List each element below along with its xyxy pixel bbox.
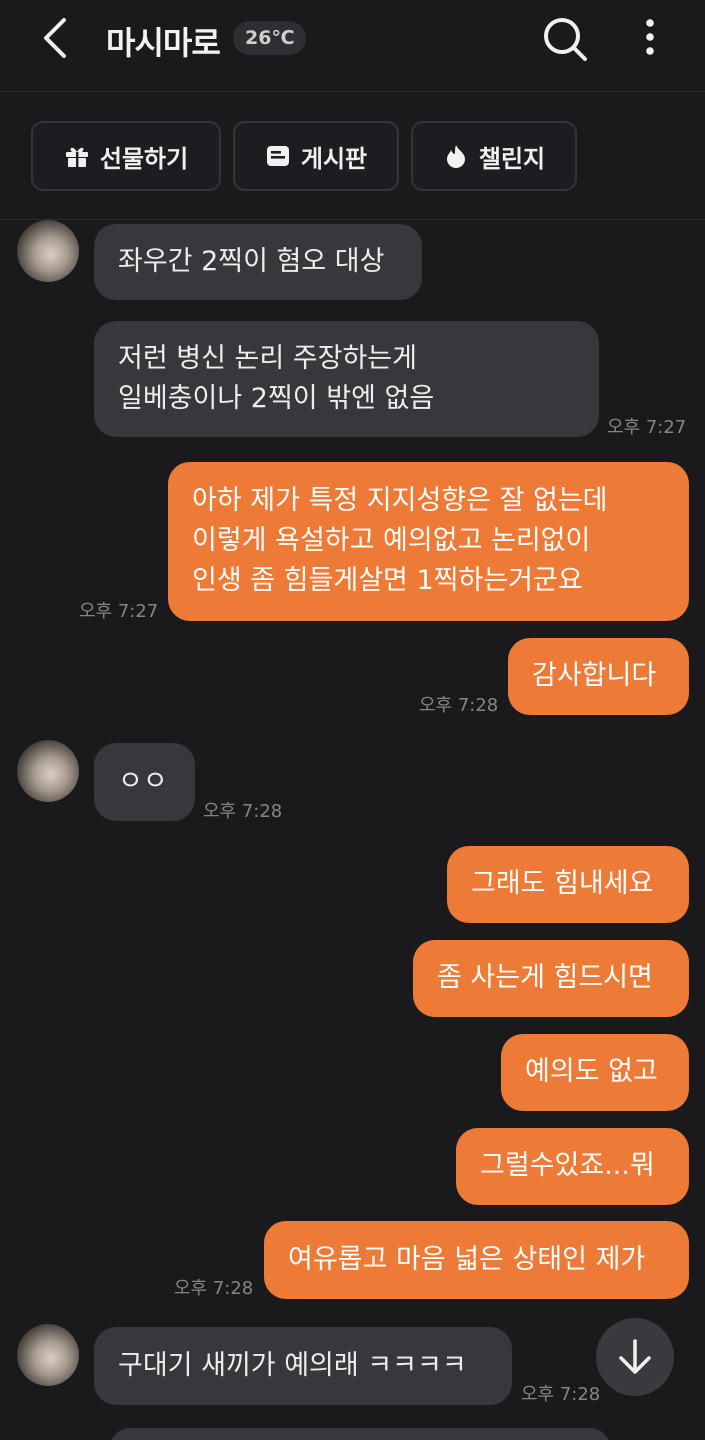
more-vertical-icon bbox=[646, 19, 654, 55]
more-menu-button[interactable] bbox=[632, 14, 668, 64]
avatar[interactable] bbox=[17, 220, 79, 282]
message-bubble[interactable]: 감사합니다 bbox=[508, 638, 689, 715]
message-bubble[interactable]: 아하 제가 특정 지지성향은 잘 없는데 이렇게 욕설하고 예의없고 논리없이 … bbox=[168, 462, 689, 621]
message-bubble[interactable]: 그래도 힘내세요 bbox=[447, 846, 689, 923]
chat-title: 마시마로 bbox=[106, 24, 221, 62]
chat-actions-bar: 선물하기 게시판 챌린지 bbox=[0, 92, 705, 220]
board-icon bbox=[266, 146, 289, 166]
message-bubble[interactable]: 좌우간 2찍이 혐오 대상 bbox=[94, 224, 422, 300]
back-button[interactable] bbox=[36, 16, 76, 60]
message-bubble[interactable]: 예의도 없고 bbox=[501, 1034, 689, 1111]
avatar[interactable] bbox=[17, 1324, 79, 1386]
message-time: 오후 7:28 bbox=[174, 1278, 254, 1299]
back-arrow-icon bbox=[44, 18, 66, 58]
search-button[interactable] bbox=[540, 14, 590, 64]
message-bubble[interactable]: 그럴수있죠...뭐 bbox=[456, 1128, 689, 1205]
message-time: 오후 7:28 bbox=[419, 695, 499, 716]
message-bubble[interactable]: 구대기 새끼가 예의래 ㅋㅋㅋㅋ bbox=[94, 1327, 512, 1405]
message-bubble[interactable]: 좀 사는게 힘드시면 bbox=[413, 940, 689, 1017]
message-bubble[interactable]: 여유롭고 마음 넓은 상태인 제가 bbox=[264, 1221, 689, 1299]
search-icon bbox=[544, 18, 587, 61]
temperature-badge: 26℃ bbox=[233, 21, 307, 55]
message-time: 오후 7:27 bbox=[607, 417, 687, 438]
gift-button-label: 선물하기 bbox=[99, 144, 189, 173]
message-time: 오후 7:28 bbox=[521, 1384, 601, 1405]
challenge-button-label: 챌린지 bbox=[478, 144, 546, 173]
gift-button[interactable]: 선물하기 bbox=[31, 121, 221, 191]
board-button-label: 게시판 bbox=[300, 144, 368, 173]
scroll-to-bottom-button[interactable] bbox=[596, 1318, 674, 1396]
message-bubble[interactable]: ㅇㅇ bbox=[94, 743, 195, 821]
chat-header: 마시마로 26℃ bbox=[0, 0, 705, 92]
gift-icon bbox=[65, 147, 88, 167]
challenge-button[interactable]: 챌린지 bbox=[411, 121, 577, 191]
message-bubble-partial[interactable] bbox=[110, 1428, 610, 1440]
board-button[interactable]: 게시판 bbox=[233, 121, 399, 191]
message-time: 오후 7:27 bbox=[79, 601, 159, 622]
avatar[interactable] bbox=[17, 740, 79, 802]
flame-icon bbox=[446, 145, 465, 168]
arrow-down-icon bbox=[619, 1339, 651, 1374]
message-time: 오후 7:28 bbox=[203, 801, 283, 822]
message-bubble[interactable]: 저런 병신 논리 주장하는게 일베충이나 2찍이 밖엔 없음 bbox=[94, 321, 599, 437]
